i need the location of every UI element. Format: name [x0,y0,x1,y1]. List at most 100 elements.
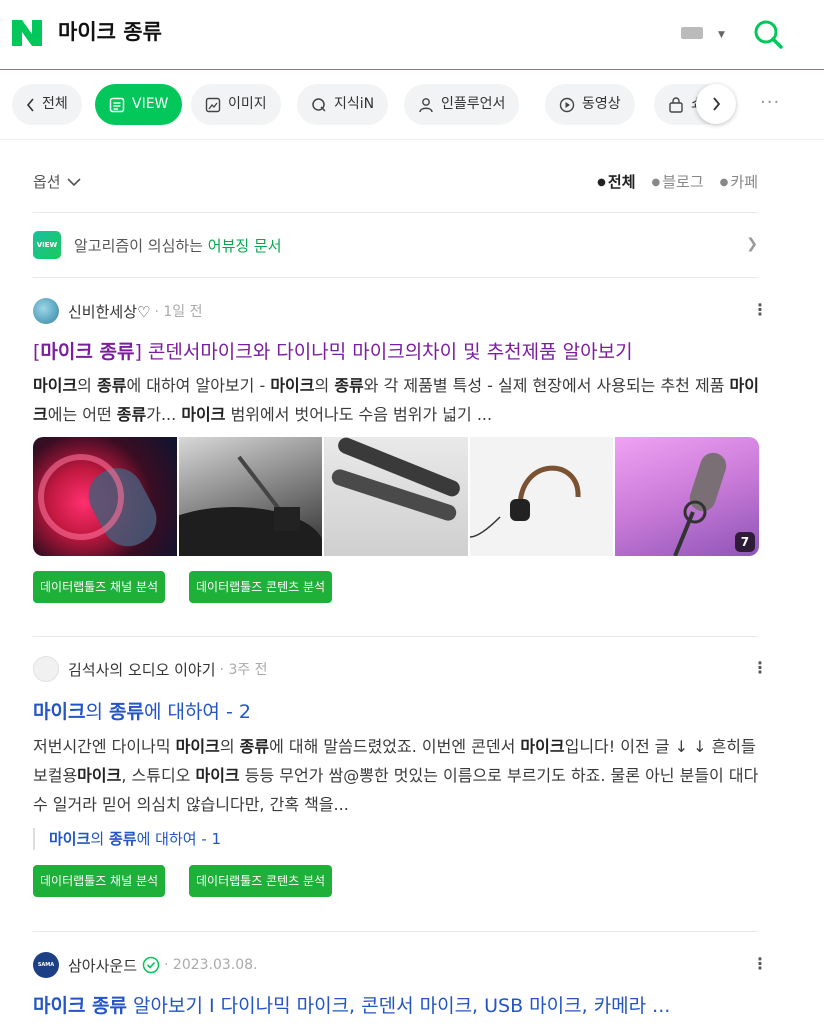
tab-label: 지식iN [334,96,375,112]
text-segment: 범위에서 벗어나도 수음 범위가 넓기 ... [225,405,493,424]
view-badge-icon: VIEW [33,231,61,259]
post-author[interactable]: 신비한세상♡ · 1일 전 [33,297,202,325]
avatar [33,656,59,682]
more-vertical-icon[interactable]: ⋮ [752,302,768,318]
filter-blog[interactable]: ● 블로그 [652,171,704,192]
filter-label: 블로그 [662,173,704,191]
source-filters: ● 전체 ● 블로그 ● 카페 [597,171,758,192]
notice-text: 알고리즘이 의심하는 어뷰징 문서 [74,235,282,256]
post-snippet: 마이크의 종류에 대하여 알아보기 - 마이크의 종류와 각 제품별 특성 - … [33,371,761,429]
author-name: 김석사의 오디오 이야기 [68,660,216,679]
microphone-icon [38,454,157,547]
divider [33,931,758,932]
post-title[interactable]: [마이크 종류] 콘덴서마이크와 다이나믹 마이크의차이 및 추천제품 알아보기 [33,337,633,367]
keyword-text: 마이크 [195,766,240,785]
thumbnail-image[interactable]: 7 [615,437,759,556]
keyword-text: 마이크 [33,376,78,395]
tab-label: 이미지 [228,96,267,112]
text-segment: 에 대하여 - 1 [136,830,222,848]
text-segment: 의 [77,376,97,395]
thumbnail-image[interactable] [469,437,614,556]
filter-cafe[interactable]: ● 카페 [720,171,758,192]
options-toggle[interactable]: 옵션 [33,171,81,192]
filter-label: 전체 [607,173,636,191]
tabs-next-button[interactable] [696,84,736,124]
title-keyword: 마이크 종류 [40,341,135,363]
post-time: · 2023.03.08. [164,957,258,973]
datalab-content-tag[interactable]: 데이터랩툴즈 콘텐츠 분석 [189,865,333,897]
person-icon [419,97,433,112]
keyword-text: 종류 [239,737,270,756]
more-vertical-icon[interactable]: ⋮ [752,660,768,676]
shopping-bag-icon [669,96,683,113]
text-segment: 의 [90,830,109,848]
text-segment: 의 [219,737,240,756]
avatar: SAMA [33,952,59,978]
image-count-badge: 7 [734,532,755,552]
thumbnail-image[interactable] [324,437,468,556]
text-segment: 와 각 제품별 특성 - 실제 현장에서 사용되는 추천 제품 [363,376,730,395]
author-name: 신비한세상♡ [68,302,151,321]
more-vertical-icon[interactable]: ⋮ [752,956,768,972]
notice-highlight: 어뷰징 문서 [207,236,282,255]
keyword-text: 마이크 [520,737,565,756]
naver-logo-icon[interactable] [12,20,42,46]
keyword-text: 마이크 [77,766,122,785]
divider [33,277,758,278]
keyword-text: 마이크 [33,701,86,723]
keyword-text: 종류 [108,701,144,723]
keyword-text: 마이크 [49,830,91,848]
headphones-icon [469,465,581,538]
text-segment: 저번시간엔 다이나믹 [33,737,176,756]
datalab-channel-tag[interactable]: 데이터랩툴즈 채널 분석 [33,865,166,897]
post-author[interactable]: SAMA 삼아사운드 · 2023.03.08. [33,951,258,979]
text-segment: 에 대하여 - 2 [143,701,251,723]
text-segment: , 스튜디오 [121,766,196,785]
keyword-text: 마이크 [175,737,220,756]
chevron-right-icon [712,97,720,111]
search-query[interactable]: 마이크 종류 [58,16,162,48]
view-icon [109,97,125,112]
chevron-down-icon [67,178,81,187]
thumbnail-image[interactable] [33,437,177,556]
keyword-text: 종류 [334,376,364,395]
keyword-text: 마이크 [181,405,226,424]
datalab-content-tag[interactable]: 데이터랩툴즈 콘텐츠 분석 [189,571,333,603]
tab-kin[interactable]: 지식iN [297,84,389,125]
image-icon [205,97,221,112]
turntable-icon [143,455,324,556]
tab-label: 동영상 [582,96,621,112]
notice-message: 알고리즘이 의심하는 [74,236,203,255]
more-icon[interactable]: ··· [760,92,780,113]
post-author[interactable]: 김석사의 오디오 이야기 · 3주 전 [33,655,268,683]
verified-check-icon [142,956,160,974]
keyword-text: 종류 [108,830,137,848]
keyboard-icon[interactable] [681,27,703,39]
post-title[interactable]: 마이크의 종류에 대하여 - 2 [33,697,251,727]
tab-image[interactable]: 이미지 [191,84,281,125]
search-header: 마이크 종류 ▼ [0,0,824,70]
search-icon[interactable] [752,18,784,50]
tab-video[interactable]: 동영상 [545,84,635,125]
q-icon [312,97,326,112]
avatar-text: SAMA [37,962,55,968]
related-post-link[interactable]: 마이크의 종류에 대하여 - 1 [33,828,221,850]
datalab-channel-tag[interactable]: 데이터랩툴즈 채널 분석 [33,571,166,603]
filter-all[interactable]: ● 전체 [597,171,635,192]
text-segment: 에 대하여 알아보기 - [126,376,271,395]
caret-down-icon[interactable]: ▼ [718,30,725,40]
abuse-notice[interactable]: VIEW 알고리즘이 의심하는 어뷰징 문서 ❯ [33,230,758,260]
post-image-strip[interactable]: 7 [33,437,759,556]
play-icon [559,97,575,112]
tab-influencer[interactable]: 인플루언서 [404,84,520,125]
chevron-right-icon: ❯ [746,236,758,252]
text-segment: 알아보기 I 다이나믹 마이크, 콘덴서 마이크, USB 마이크, 카메라 .… [127,995,671,1017]
tab-all[interactable]: 전체 [12,84,82,125]
tab-view[interactable]: VIEW [95,84,183,125]
avatar [33,298,59,324]
divider [33,212,758,213]
title-text: ] 콘덴서마이크와 다이나믹 마이크의차이 및 추천제품 알아보기 [134,341,633,363]
post-title[interactable]: 마이크 종류 알아보기 I 다이나믹 마이크, 콘덴서 마이크, USB 마이크… [33,991,670,1021]
thumbnail-image[interactable] [143,437,324,556]
tab-label: 인플루언서 [441,96,506,112]
